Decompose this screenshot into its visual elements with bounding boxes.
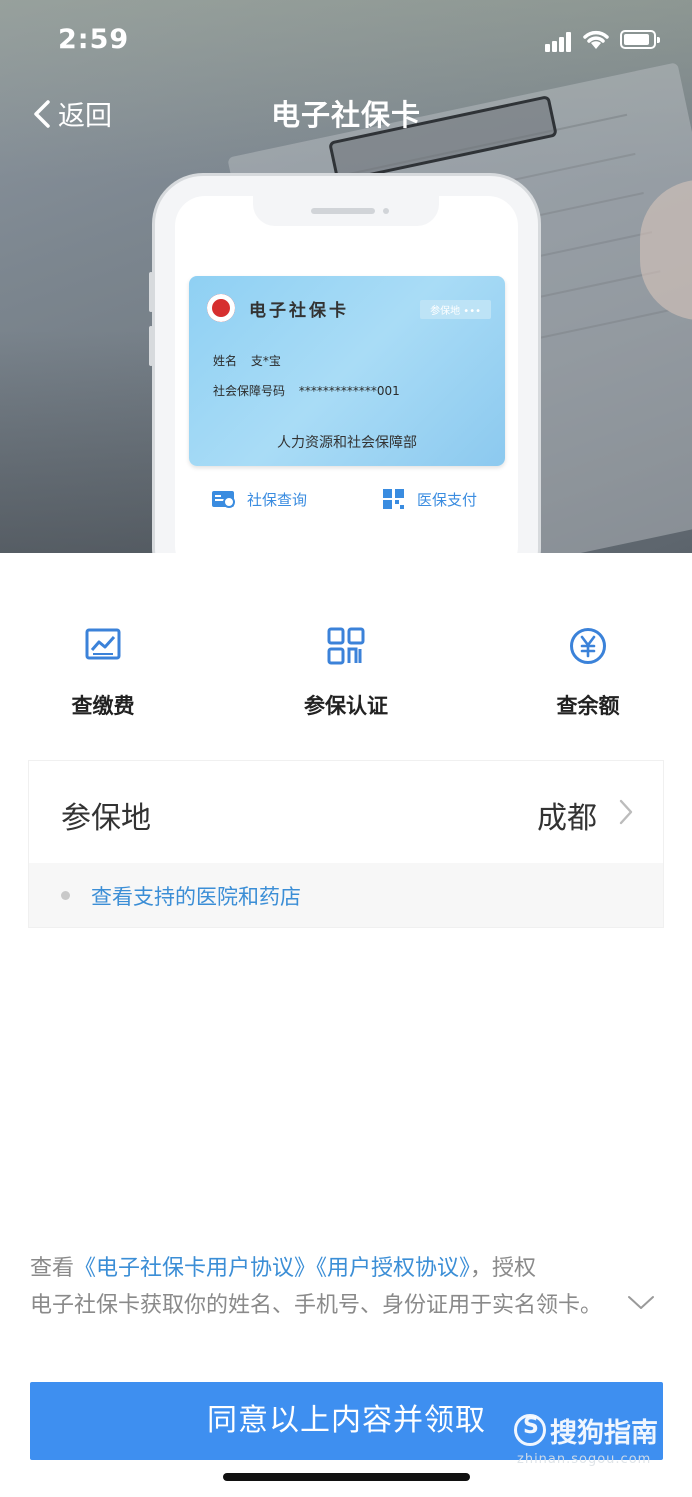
supported-hospitals-row[interactable]: 查看支持的医院和药店	[29, 863, 663, 927]
insured-place-row[interactable]: 参保地 成都	[29, 761, 663, 863]
card-number-row: 社会保障号码 *************001	[213, 382, 400, 399]
qr-code-icon	[327, 627, 365, 665]
insured-place-value: 成都	[537, 801, 597, 836]
bullet-dot	[61, 891, 70, 900]
preview-action-label: 社保查询	[247, 490, 308, 509]
name-label: 姓名	[213, 354, 238, 368]
chevron-right-icon	[619, 799, 633, 825]
status-bar: 2:59	[0, 0, 692, 80]
emblem-icon	[207, 294, 235, 322]
agreement-prefix: 查看	[30, 1256, 75, 1281]
card-name-row: 姓名 支*宝	[213, 352, 281, 369]
check-balance-label: 查余额	[556, 694, 620, 718]
wifi-icon	[583, 30, 609, 49]
phone-mockup: 电子社保卡 参保地 ••• 姓名 支*宝 社会保障号码 ************…	[149, 176, 538, 553]
chart-icon	[85, 628, 121, 660]
check-payment-label: 查缴费	[71, 694, 135, 718]
navigation-bar: 返回 电子社保卡	[0, 80, 692, 140]
preview-action-social-query: 社保查询	[211, 488, 307, 510]
region-tag: 参保地 •••	[420, 300, 491, 319]
social-security-card: 电子社保卡 参保地 ••• 姓名 支*宝 社会保障号码 ************…	[189, 276, 505, 466]
check-balance-button[interactable]: 查余额	[513, 626, 663, 720]
social-security-query-icon	[212, 491, 235, 508]
check-payment-button[interactable]: 查缴费	[28, 626, 178, 720]
number-label: 社会保障号码	[213, 384, 286, 398]
user-agreement-link[interactable]: 《电子社保卡用户协议》	[74, 1256, 316, 1281]
phone-notch	[253, 196, 439, 226]
number-value: *************001	[298, 384, 400, 398]
insured-place-label: 参保地	[61, 801, 151, 836]
insurance-auth-button[interactable]: 参保认证	[271, 626, 421, 720]
supported-hospitals-link[interactable]: 查看支持的医院和药店	[91, 881, 301, 911]
home-indicator[interactable]	[223, 1473, 470, 1481]
phone-side-button	[149, 272, 153, 312]
issuer-label: 人力资源和社会保障部	[277, 435, 417, 451]
insured-place-panel: 参保地 成都 查看支持的医院和药店	[28, 760, 664, 928]
phone-screen: 电子社保卡 参保地 ••• 姓名 支*宝 社会保障号码 ************…	[175, 196, 518, 553]
quick-actions: 查缴费 参保认证 查余额	[0, 600, 692, 730]
name-value: 支*宝	[250, 354, 281, 368]
watermark-url: zhinan.sogou.com	[517, 1452, 652, 1467]
watermark-brand: 搜狗指南	[550, 1417, 658, 1449]
status-time: 2:59	[58, 24, 130, 55]
card-title: 电子社保卡	[249, 301, 349, 321]
agreement-text-2: 电子社保卡获取你的姓名、手机号、身份证用于实名领卡。	[30, 1293, 603, 1318]
cellular-signal-icon	[545, 32, 575, 52]
page-title: 电子社保卡	[270, 98, 421, 132]
preview-action-medical-pay: 医保支付	[381, 488, 477, 510]
hero-banner: 2:59 返回 电子社保卡 电子社保卡 参保地 ••• 姓名 支*宝 社会保障号…	[0, 0, 692, 553]
preview-action-label: 医保支付	[417, 490, 478, 509]
chevron-down-icon[interactable]	[626, 1292, 656, 1312]
qr-code-icon	[383, 489, 404, 509]
sogou-watermark: 搜狗指南	[514, 1410, 658, 1450]
insurance-auth-label: 参保认证	[304, 694, 388, 718]
sogou-logo-icon	[514, 1414, 546, 1446]
battery-icon	[620, 30, 660, 49]
phone-side-button	[149, 326, 153, 366]
agreement-text: 查看《电子社保卡用户协议》《用户授权协议》，授权电子社保卡获取你的姓名、手机号、…	[30, 1250, 610, 1324]
auth-agreement-link[interactable]: 《用户授权协议》	[316, 1256, 470, 1281]
yen-icon	[570, 628, 606, 664]
agreement-text-1: ，授权	[470, 1256, 537, 1281]
